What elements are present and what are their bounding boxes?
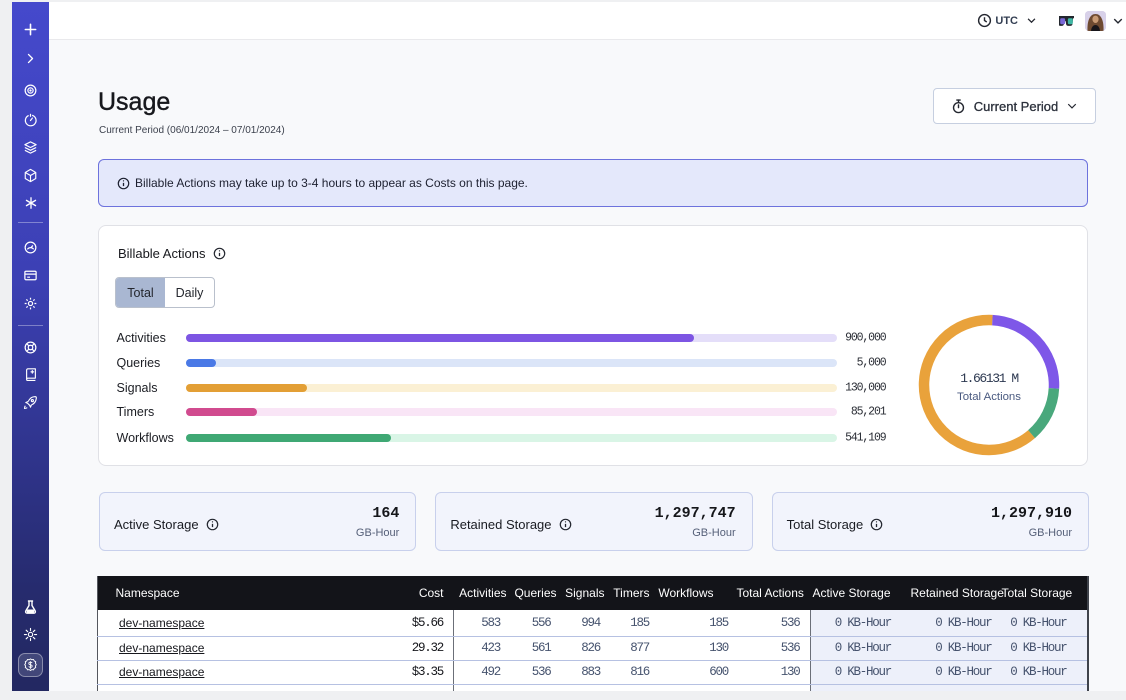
- svg-text:Total Actions: Total Actions: [957, 391, 1021, 403]
- svg-text:1.66131 M: 1.66131 M: [960, 371, 1018, 386]
